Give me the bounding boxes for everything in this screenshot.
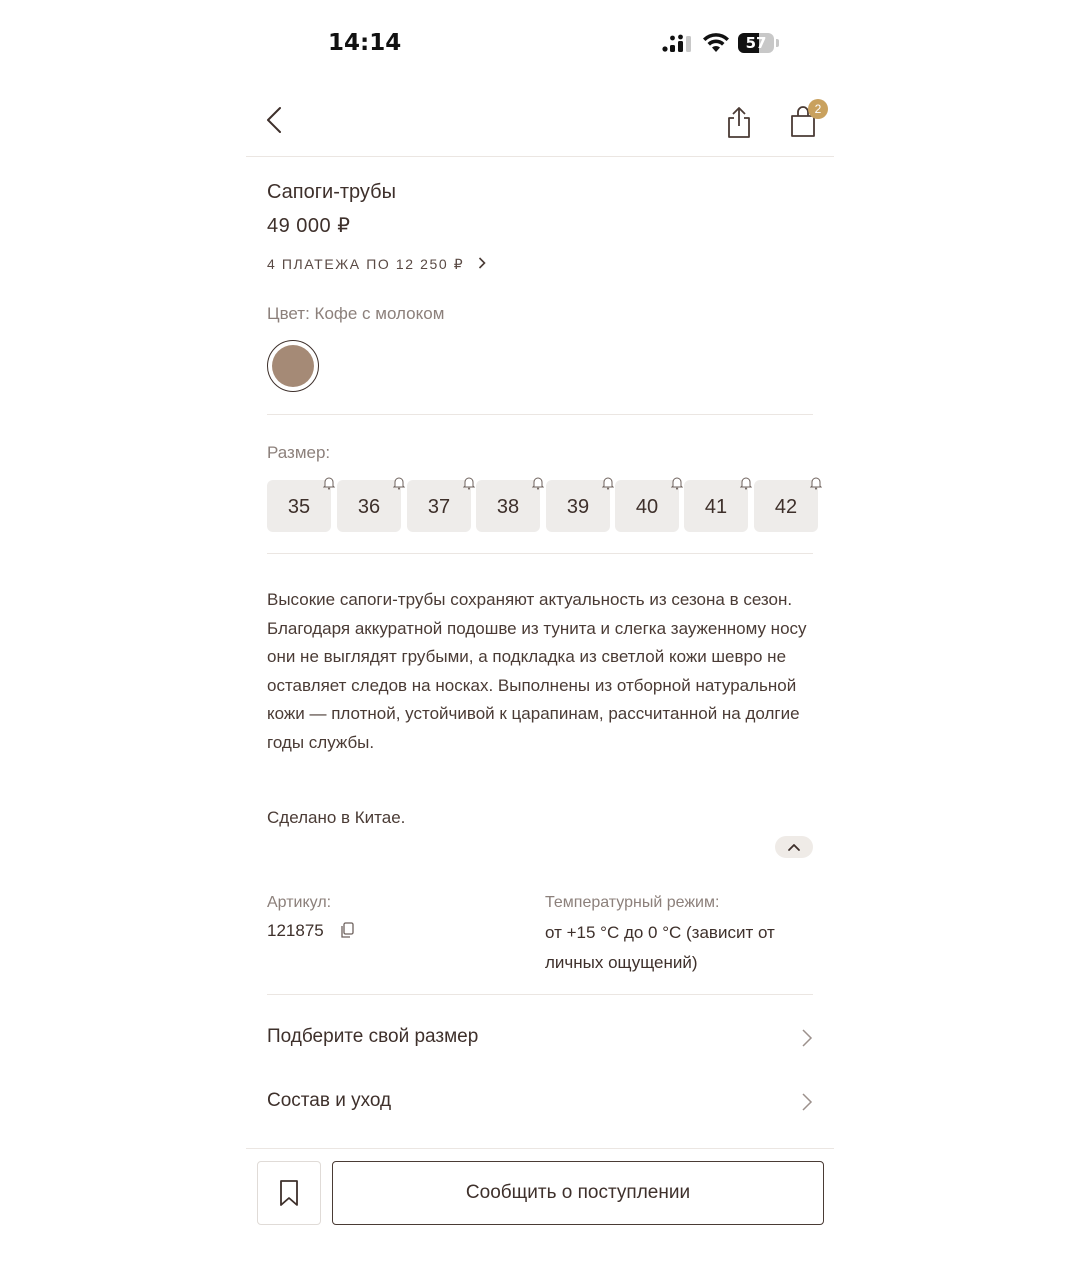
size-option[interactable]: 41	[684, 477, 752, 532]
size-guide-label: Подберите свой размер	[267, 1026, 479, 1047]
bookmark-icon	[280, 1180, 298, 1206]
back-arrow-icon[interactable]	[260, 102, 288, 138]
temperature-label: Температурный режим:	[545, 894, 720, 911]
battery-level: 57	[745, 34, 767, 52]
notify-availability-button[interactable]: Сообщить о поступлении	[332, 1161, 824, 1225]
bell-icon	[602, 477, 614, 490]
size-option[interactable]: 37	[407, 477, 475, 532]
chevron-right-icon	[478, 257, 486, 269]
size-value: 37	[427, 496, 451, 518]
size-value: 38	[496, 496, 520, 518]
copy-icon[interactable]	[340, 922, 354, 939]
bell-icon	[740, 477, 752, 490]
size-option[interactable]: 38	[476, 477, 544, 532]
size-option[interactable]: 36	[337, 477, 405, 532]
size-label: Размер:	[267, 443, 331, 462]
size-option[interactable]: 39	[546, 477, 614, 532]
composition-care-link[interactable]: Состав и уход	[267, 1082, 813, 1122]
chevron-right-icon	[802, 1029, 813, 1047]
color-label: Цвет: Кофе с молоком	[267, 304, 445, 323]
size-option[interactable]: 40	[615, 477, 683, 532]
size-value: 41	[704, 496, 728, 518]
article-value: 121875	[267, 921, 324, 940]
wifi-icon	[703, 33, 729, 52]
color-swatch-fill	[272, 345, 314, 387]
battery-icon: 57	[738, 33, 774, 53]
favorite-button[interactable]	[257, 1161, 321, 1225]
composition-care-label: Состав и уход	[267, 1090, 392, 1111]
product-screen: 14:14 57 2 Сапоги-трубы 49 000 ₽ 4 ПЛАТЕ…	[246, 0, 834, 1280]
size-value: 36	[357, 496, 381, 518]
size-value: 35	[287, 496, 311, 518]
divider	[267, 994, 813, 995]
size-selector: 35 36 37 38 39 40 41 42	[267, 477, 827, 534]
bell-icon	[463, 477, 475, 490]
bell-icon	[323, 477, 335, 490]
size-option[interactable]: 35	[267, 477, 335, 532]
cart-count-badge: 2	[808, 99, 828, 119]
divider	[267, 414, 813, 415]
battery-tip	[776, 39, 779, 47]
status-time: 14:14	[328, 30, 402, 56]
size-option[interactable]: 42	[754, 477, 822, 532]
bell-icon	[393, 477, 405, 490]
country-of-origin: Сделано в Китае.	[267, 808, 406, 827]
product-description: Высокие сапоги-трубы сохраняют актуально…	[267, 590, 807, 752]
status-bar: 14:14 57	[246, 26, 834, 62]
color-swatch[interactable]	[267, 340, 319, 392]
collapse-description-button[interactable]	[775, 836, 813, 858]
chevron-right-icon	[802, 1093, 813, 1111]
cellular-signal-icon	[662, 34, 691, 52]
size-value: 40	[635, 496, 659, 518]
top-navigation-bar: 2	[246, 90, 834, 157]
installments-label: 4 ПЛАТЕЖА ПО 12 250 ₽	[267, 256, 465, 272]
bell-icon	[671, 477, 683, 490]
chevron-up-icon	[788, 844, 800, 851]
divider	[267, 553, 813, 554]
bell-icon	[532, 477, 544, 490]
bottom-action-bar: Сообщить о поступлении	[246, 1148, 834, 1239]
size-value: 42	[774, 496, 798, 518]
article-label: Артикул:	[267, 894, 332, 911]
installments-link[interactable]: 4 ПЛАТЕЖА ПО 12 250 ₽	[267, 256, 486, 273]
temperature-value: от +15 °C до 0 °C (зависит от личных ощу…	[545, 923, 775, 972]
size-value: 39	[566, 496, 590, 518]
bell-icon	[810, 477, 822, 490]
size-guide-link[interactable]: Подберите свой размер	[267, 1018, 813, 1058]
product-price: 49 000 ₽	[267, 215, 351, 237]
share-icon[interactable]	[722, 104, 756, 140]
product-title: Сапоги-трубы	[267, 181, 396, 203]
